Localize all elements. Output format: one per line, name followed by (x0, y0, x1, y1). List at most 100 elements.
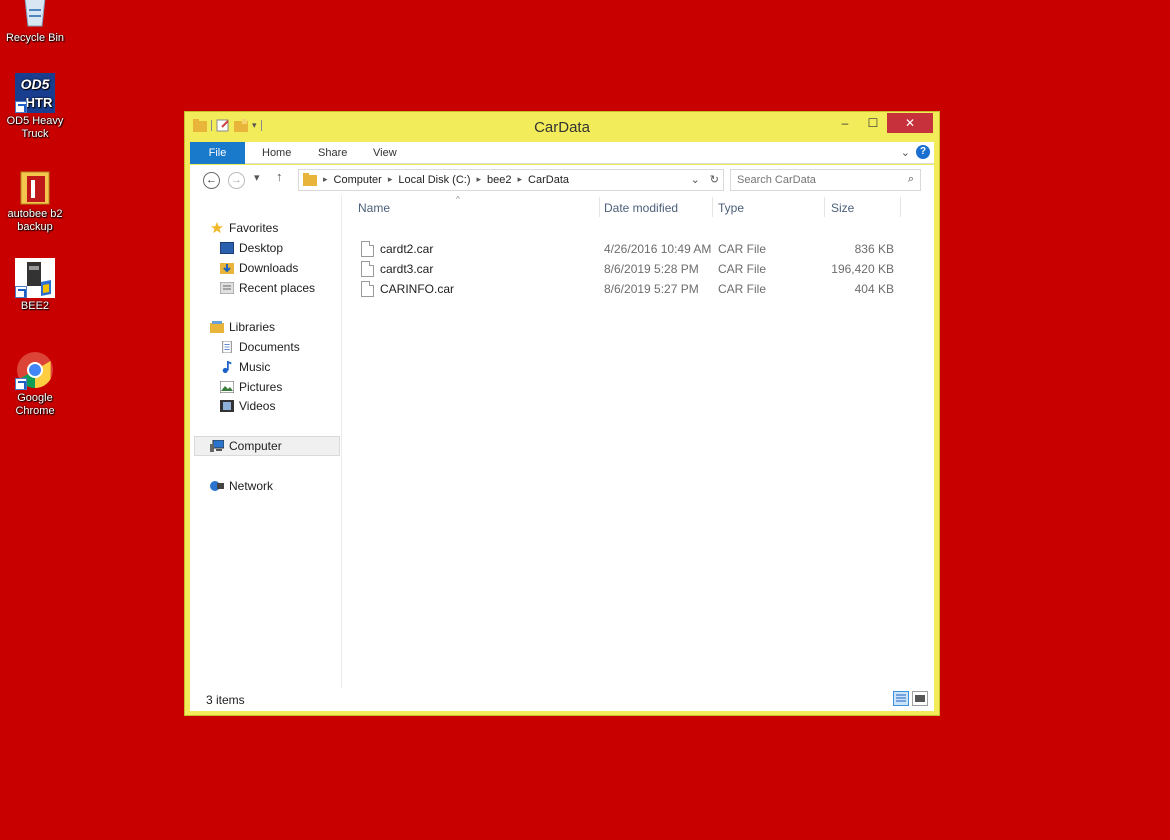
navigation-pane: Favorites Desktop Downloads Recent place… (190, 195, 342, 688)
nav-computer[interactable]: Computer (194, 436, 340, 456)
desktop-icon-autobee-backup[interactable]: autobee b2 backup (2, 166, 68, 234)
details-view-icon[interactable] (893, 691, 909, 706)
breadcrumb-local-disk[interactable]: Local Disk (C:) (398, 174, 470, 186)
shortcut-arrow-icon (15, 378, 27, 390)
documents-icon (222, 341, 232, 353)
desktop-icon-od5-heavy-truck[interactable]: OD5 HTR OD5 Heavy Truck (2, 73, 68, 141)
column-separator[interactable] (900, 197, 901, 217)
tab-share[interactable]: Share (308, 142, 357, 164)
refresh-icon[interactable]: ↻ (710, 173, 719, 186)
nav-desktop-label: Desktop (239, 241, 284, 255)
sort-ascending-icon: ^ (456, 195, 460, 204)
file-type: CAR File (718, 282, 767, 296)
column-header-size[interactable]: Size (831, 201, 854, 215)
nav-music-label: Music (239, 360, 271, 374)
file-date: 4/26/2016 10:49 AM (604, 242, 712, 256)
desktop-icon-label: autobee b2 backup (7, 208, 63, 233)
search-icon[interactable]: ⌕ (908, 173, 914, 186)
address-bar[interactable]: ▸ Computer ▸ Local Disk (C:) ▸ bee2 ▸ Ca… (298, 169, 724, 191)
nav-computer-label: Computer (229, 439, 282, 453)
chevron-right-icon[interactable]: ▸ (518, 174, 523, 185)
nav-downloads-label: Downloads (239, 261, 299, 275)
nav-recent-places[interactable]: Recent places (220, 278, 315, 298)
shortcut-arrow-icon (15, 101, 27, 113)
search-input[interactable] (737, 172, 897, 188)
od5-badge-top: OD5 (21, 76, 50, 92)
view-toggle (893, 691, 928, 706)
desktop-icon-google-chrome[interactable]: Google Chrome (2, 350, 68, 418)
column-separator[interactable] (824, 197, 825, 217)
window-title: CarData (534, 119, 590, 136)
file-size: 404 KB (854, 282, 894, 296)
chevron-right-icon[interactable]: ▸ (388, 174, 393, 185)
downloads-icon (220, 263, 234, 274)
window-controls: – ☐ ✕ (831, 113, 933, 133)
nav-favorites[interactable]: Favorites (210, 218, 278, 238)
column-header-name[interactable]: Name (358, 201, 390, 215)
nav-libraries[interactable]: Libraries (210, 317, 275, 337)
breadcrumb-cardata[interactable]: CarData (528, 174, 569, 186)
close-button[interactable]: ✕ (887, 113, 933, 133)
search-box[interactable]: ⌕ (730, 169, 921, 191)
folder-icon (303, 173, 317, 186)
help-icon[interactable]: ? (916, 145, 930, 159)
status-bar: 3 items (190, 688, 934, 711)
desktop-icon-label: OD5 Heavy Truck (6, 115, 64, 140)
minimize-button[interactable]: – (831, 113, 859, 133)
column-separator[interactable] (712, 197, 713, 217)
nav-videos[interactable]: Videos (220, 396, 275, 416)
nav-pictures[interactable]: Pictures (220, 377, 282, 397)
network-icon (210, 481, 224, 491)
computer-icon (210, 440, 224, 452)
file-row[interactable]: cardt2.car 4/26/2016 10:49 AM CAR File 8… (342, 239, 934, 259)
file-row[interactable]: CARINFO.car 8/6/2019 5:27 PM CAR File 40… (342, 279, 934, 299)
chevron-right-icon[interactable]: ▸ (323, 174, 328, 185)
breadcrumb-bee2[interactable]: bee2 (487, 174, 511, 186)
tab-home[interactable]: Home (252, 142, 301, 164)
music-icon (222, 361, 232, 373)
file-row[interactable]: cardt3.car 8/6/2019 5:28 PM CAR File 196… (342, 259, 934, 279)
nav-network[interactable]: Network (210, 476, 273, 496)
navigation-bar: ← → ▾ ↑ ▸ Computer ▸ Local Disk (C:) ▸ b… (190, 165, 934, 195)
desktop-icon-recycle-bin[interactable]: Recycle Bin (2, 0, 68, 45)
file-name: cardt2.car (380, 242, 434, 256)
large-icons-view-icon[interactable] (912, 691, 928, 706)
nav-downloads[interactable]: Downloads (220, 258, 298, 278)
breadcrumb-computer[interactable]: Computer (334, 174, 382, 186)
desktop-icon (220, 242, 234, 254)
file-icon (361, 281, 374, 297)
maximize-button[interactable]: ☐ (859, 113, 887, 133)
ribbon: File Home Share View ⌄ ? (190, 142, 934, 164)
column-header-type[interactable]: Type (718, 201, 744, 215)
chevron-right-icon[interactable]: ▸ (476, 174, 481, 185)
desktop-icon-bee2[interactable]: BEE2 (2, 258, 68, 313)
file-type: CAR File (718, 262, 767, 276)
nav-network-label: Network (229, 479, 274, 493)
column-separator[interactable] (599, 197, 600, 217)
file-size: 196,420 KB (831, 262, 894, 276)
tab-view[interactable]: View (363, 142, 407, 164)
nav-music[interactable]: Music (220, 357, 270, 377)
forward-button[interactable]: → (228, 172, 245, 189)
tab-file[interactable]: File (190, 142, 245, 164)
file-name: CARINFO.car (380, 282, 455, 296)
recent-locations-icon[interactable]: ▾ (254, 171, 260, 184)
shortcut-arrow-icon (15, 286, 27, 298)
up-button[interactable]: ↑ (276, 169, 283, 184)
nav-documents[interactable]: Documents (220, 337, 300, 357)
nav-desktop[interactable]: Desktop (220, 238, 283, 258)
back-button[interactable]: ← (203, 172, 220, 189)
od5-badge-bottom: HTR (26, 95, 53, 110)
bee2-app-icon (15, 258, 55, 298)
content-area: Favorites Desktop Downloads Recent place… (190, 195, 934, 688)
ribbon-controls: ⌄ ? (901, 145, 930, 159)
desktop-icon-label: Recycle Bin (5, 32, 65, 44)
column-header-date-modified[interactable]: Date modified (604, 201, 678, 215)
expand-ribbon-icon[interactable]: ⌄ (901, 146, 910, 159)
nav-favorites-label: Favorites (229, 221, 279, 235)
file-size: 836 KB (854, 242, 894, 256)
title-bar[interactable]: ▾ CarData – ☐ ✕ (185, 112, 939, 142)
address-dropdown-icon[interactable]: ⌄ (691, 173, 700, 186)
libraries-icon (210, 321, 224, 333)
breadcrumb: ▸ Computer ▸ Local Disk (C:) ▸ bee2 ▸ Ca… (303, 173, 569, 186)
